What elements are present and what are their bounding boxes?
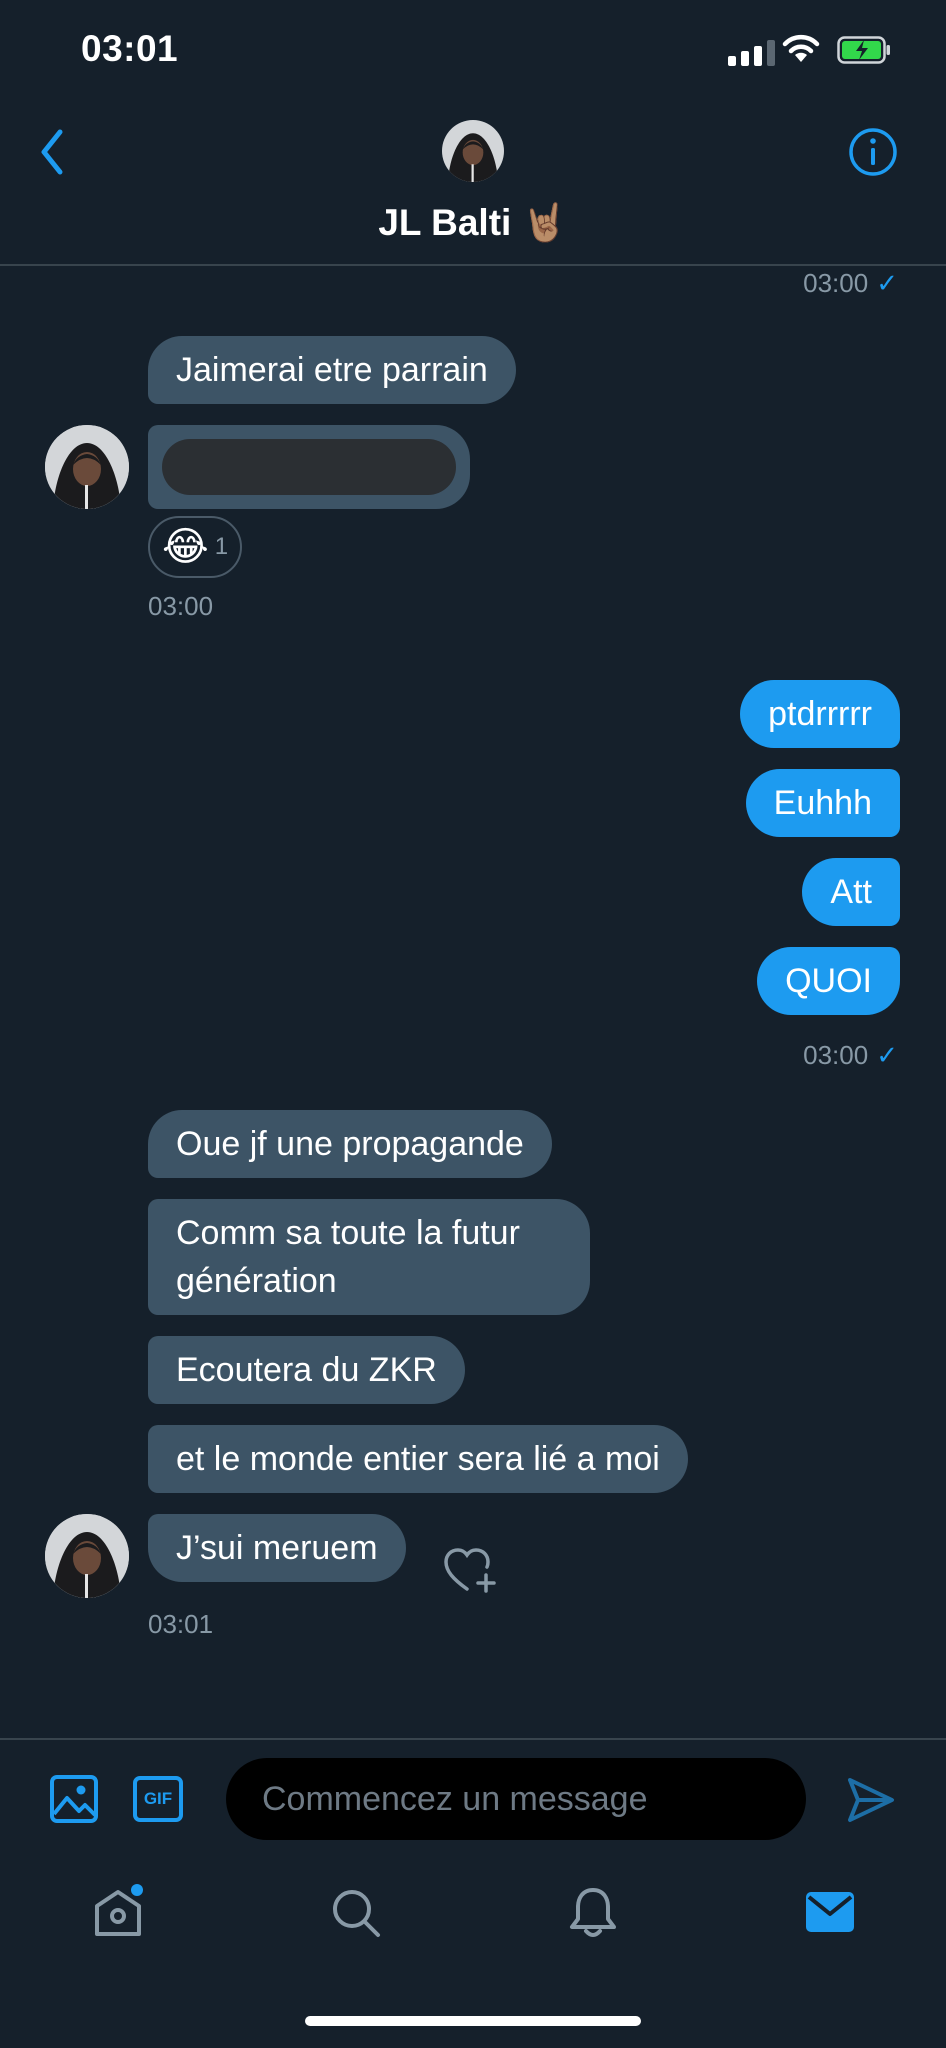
contact-avatar-small[interactable]	[45, 425, 129, 509]
send-button[interactable]	[846, 1776, 896, 1829]
gif-label: GIF	[143, 1789, 173, 1808]
incoming-message[interactable]: et le monde entier sera lié a moi	[148, 1425, 688, 1493]
home-indicator	[305, 2016, 641, 2026]
contact-name[interactable]: JL Balti 🤘🏽	[0, 202, 946, 245]
status-time: 03:01	[81, 28, 179, 69]
heart-plus-icon	[444, 1548, 496, 1593]
send-icon	[848, 1778, 894, 1822]
nav-search[interactable]	[330, 1887, 382, 1944]
incoming-message[interactable]: Jaimerai etre parrain	[148, 336, 516, 404]
chevron-left-icon	[41, 129, 63, 175]
home-icon	[95, 1884, 143, 1936]
message-timestamp: 03:01	[148, 1609, 214, 1639]
message-timestamp: 03:00 ✓	[803, 1040, 898, 1070]
cellular-signal-icon	[728, 40, 775, 66]
info-button[interactable]	[847, 126, 899, 183]
notifications-icon	[570, 1888, 616, 1937]
message-input[interactable]	[226, 1758, 806, 1840]
nav-home[interactable]	[91, 1884, 145, 1945]
outgoing-message[interactable]: Euhhh	[745, 769, 900, 837]
incoming-message[interactable]: Comm sa toute la futur génération	[148, 1199, 590, 1315]
back-button[interactable]	[38, 128, 66, 181]
nav-notifications[interactable]	[568, 1885, 618, 1944]
outgoing-message[interactable]: Att	[802, 858, 900, 926]
like-message-button[interactable]	[443, 1545, 499, 1600]
image-icon	[50, 1775, 98, 1823]
outgoing-message[interactable]: ptdrrrrr	[740, 680, 900, 748]
contact-avatar[interactable]	[442, 120, 504, 182]
read-check-icon: ✓	[876, 1040, 898, 1070]
add-media-button[interactable]	[49, 1774, 99, 1829]
search-icon	[333, 1890, 380, 1937]
info-icon	[849, 128, 897, 176]
message-timestamp: 03:00	[148, 591, 214, 621]
laughing-emoji-icon: 😂	[161, 525, 209, 569]
incoming-message[interactable]: Oue jf une propagande	[148, 1110, 552, 1178]
battery-icon	[837, 36, 891, 64]
header-divider	[0, 264, 946, 266]
message-timestamp: 03:00 ✓	[803, 268, 898, 298]
messages-icon	[806, 1892, 854, 1932]
nav-messages[interactable]	[806, 1892, 854, 1937]
redacted-content	[162, 439, 456, 495]
read-check-icon: ✓	[876, 268, 898, 298]
composer-divider	[0, 1738, 946, 1740]
outgoing-message[interactable]: QUOI	[757, 947, 900, 1015]
wifi-icon	[782, 34, 820, 69]
incoming-message[interactable]: Ecoutera du ZKR	[148, 1336, 465, 1404]
gif-button[interactable]: GIF	[133, 1776, 183, 1822]
message-reaction[interactable]: 😂 1	[148, 516, 242, 578]
incoming-message[interactable]: J’sui meruem	[148, 1514, 406, 1582]
incoming-message-hidden[interactable]	[148, 425, 470, 509]
reaction-count: 1	[214, 533, 229, 560]
contact-avatar-small[interactable]	[45, 1514, 129, 1598]
